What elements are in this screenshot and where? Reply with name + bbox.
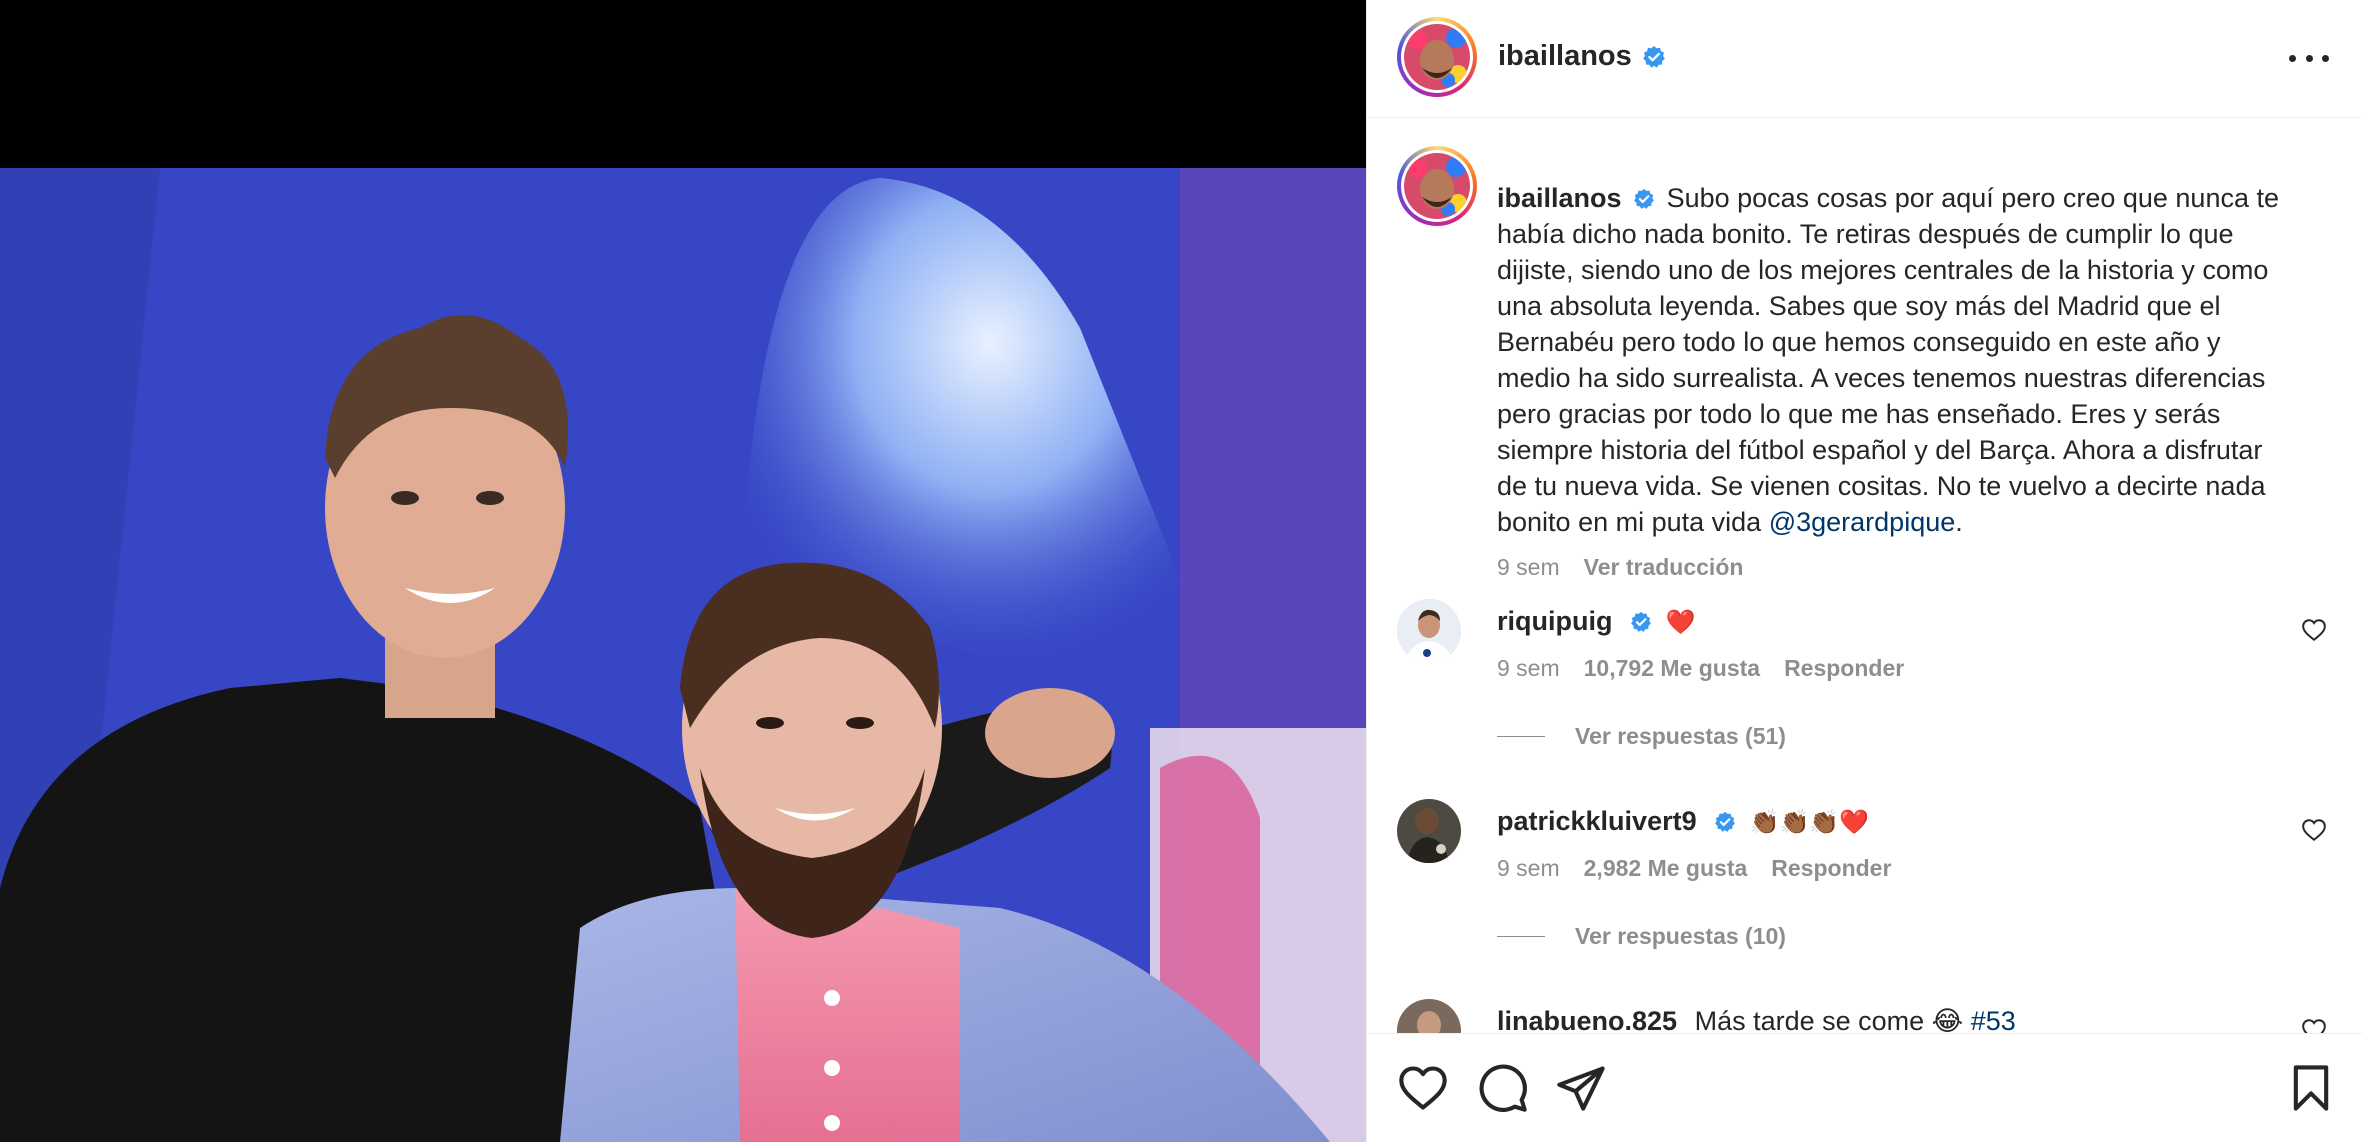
replies-divider [1497, 936, 1545, 937]
send-icon[interactable] [1555, 1062, 1607, 1114]
comment-text: 👏🏾👏🏾👏🏾❤️ [1749, 808, 1870, 836]
comment-likes[interactable]: 10,792 Me gusta [1584, 655, 1760, 682]
comment-like-heart-icon[interactable] [2301, 1017, 2327, 1033]
comment-meta: 9 sem 2,982 Me gusta Responder [1497, 855, 1891, 882]
verified-badge-icon [1634, 188, 1654, 209]
username-text[interactable]: ibaillanos [1498, 40, 1632, 73]
view-replies-label[interactable]: Ver respuestas (10) [1575, 923, 1786, 950]
commenter-username[interactable]: linabueno.825 [1497, 1006, 1677, 1033]
post-media[interactable] [0, 0, 1366, 1142]
bookmark-icon[interactable] [2285, 1062, 2337, 1114]
translate-button[interactable]: Ver traducción [1584, 554, 1744, 581]
comments-list[interactable]: ibaillanos Subo pocas cosas por aquí per… [1367, 119, 2362, 1033]
caption-username[interactable]: ibaillanos [1497, 183, 1622, 213]
commenter-username[interactable]: riquipuig [1497, 606, 1612, 636]
verified-badge-icon [1631, 611, 1651, 632]
view-replies-label[interactable]: Ver respuestas (51) [1575, 723, 1786, 750]
photo-illustration [0, 168, 1366, 1142]
post-header: ibaillanos [1367, 0, 2362, 118]
caption-body: Subo pocas cosas por aquí pero creo que … [1497, 183, 2279, 537]
caption-text-block: ibaillanos Subo pocas cosas por aquí per… [1497, 180, 2297, 540]
caption-meta: 9 sem Ver traducción [1497, 554, 1743, 581]
comment-icon[interactable] [1477, 1062, 1529, 1114]
comment-body: riquipuig ❤️ [1497, 603, 2277, 640]
view-replies-button[interactable]: Ver respuestas (10) [1497, 923, 1786, 950]
commenter-username[interactable]: patrickkluivert9 [1497, 806, 1697, 836]
verified-badge-icon [1715, 811, 1736, 832]
verified-badge-icon [1642, 45, 1665, 68]
comment-hashtag[interactable]: #53 [1971, 1006, 2016, 1033]
reply-button[interactable]: Responder [1784, 655, 1904, 682]
comment-text: ❤️ [1665, 608, 1696, 636]
comment-time[interactable]: 9 sem [1497, 655, 1560, 682]
commenter-avatar[interactable] [1397, 799, 1461, 863]
avatar-image [1404, 24, 1470, 90]
commenter-avatar[interactable] [1397, 599, 1461, 663]
post-panel: ibaillanos ibaillanos Subo pocas cosas p… [1366, 0, 2362, 1142]
post-photo [0, 168, 1366, 1142]
comment-item: linabueno.825 Más tarde se come 😂 #53 [1397, 999, 2337, 1033]
avatar-image [1404, 153, 1470, 219]
comment-like-heart-icon[interactable] [2301, 617, 2327, 643]
heart-icon[interactable] [1397, 1062, 1449, 1114]
post-actions-bar [1367, 1033, 2362, 1142]
author-username[interactable]: ibaillanos [1498, 40, 1666, 73]
comment-item: riquipuig ❤️ 9 sem 10,792 Me gusta Respo… [1397, 599, 2337, 799]
view-replies-button[interactable]: Ver respuestas (51) [1497, 723, 1786, 750]
commenter-avatar[interactable] [1397, 999, 1461, 1033]
comment-text: Más tarde se come 😂 [1694, 1006, 1964, 1033]
comment-time[interactable]: 9 sem [1497, 855, 1560, 882]
comment-item: patrickkluivert9 👏🏾👏🏾👏🏾❤️ 9 sem 2,982 Me… [1397, 799, 2337, 999]
comment-body: patrickkluivert9 👏🏾👏🏾👏🏾❤️ [1497, 803, 2277, 840]
comment-body: linabueno.825 Más tarde se come 😂 #53 [1497, 1003, 2277, 1033]
reply-button[interactable]: Responder [1771, 855, 1891, 882]
author-avatar[interactable] [1397, 17, 1477, 97]
caption-author-avatar[interactable] [1397, 146, 1477, 226]
comment-like-heart-icon[interactable] [2301, 817, 2327, 843]
replies-divider [1497, 736, 1545, 737]
caption-time[interactable]: 9 sem [1497, 554, 1560, 581]
comment-meta: 9 sem 10,792 Me gusta Responder [1497, 655, 1904, 682]
more-options-icon[interactable] [2289, 40, 2329, 76]
caption-end: . [1955, 507, 1963, 537]
comment-likes[interactable]: 2,982 Me gusta [1584, 855, 1748, 882]
caption-mention-link[interactable]: @3gerardpique [1769, 507, 1956, 537]
instagram-post-view: ibaillanos ibaillanos Subo pocas cosas p… [0, 0, 2362, 1142]
